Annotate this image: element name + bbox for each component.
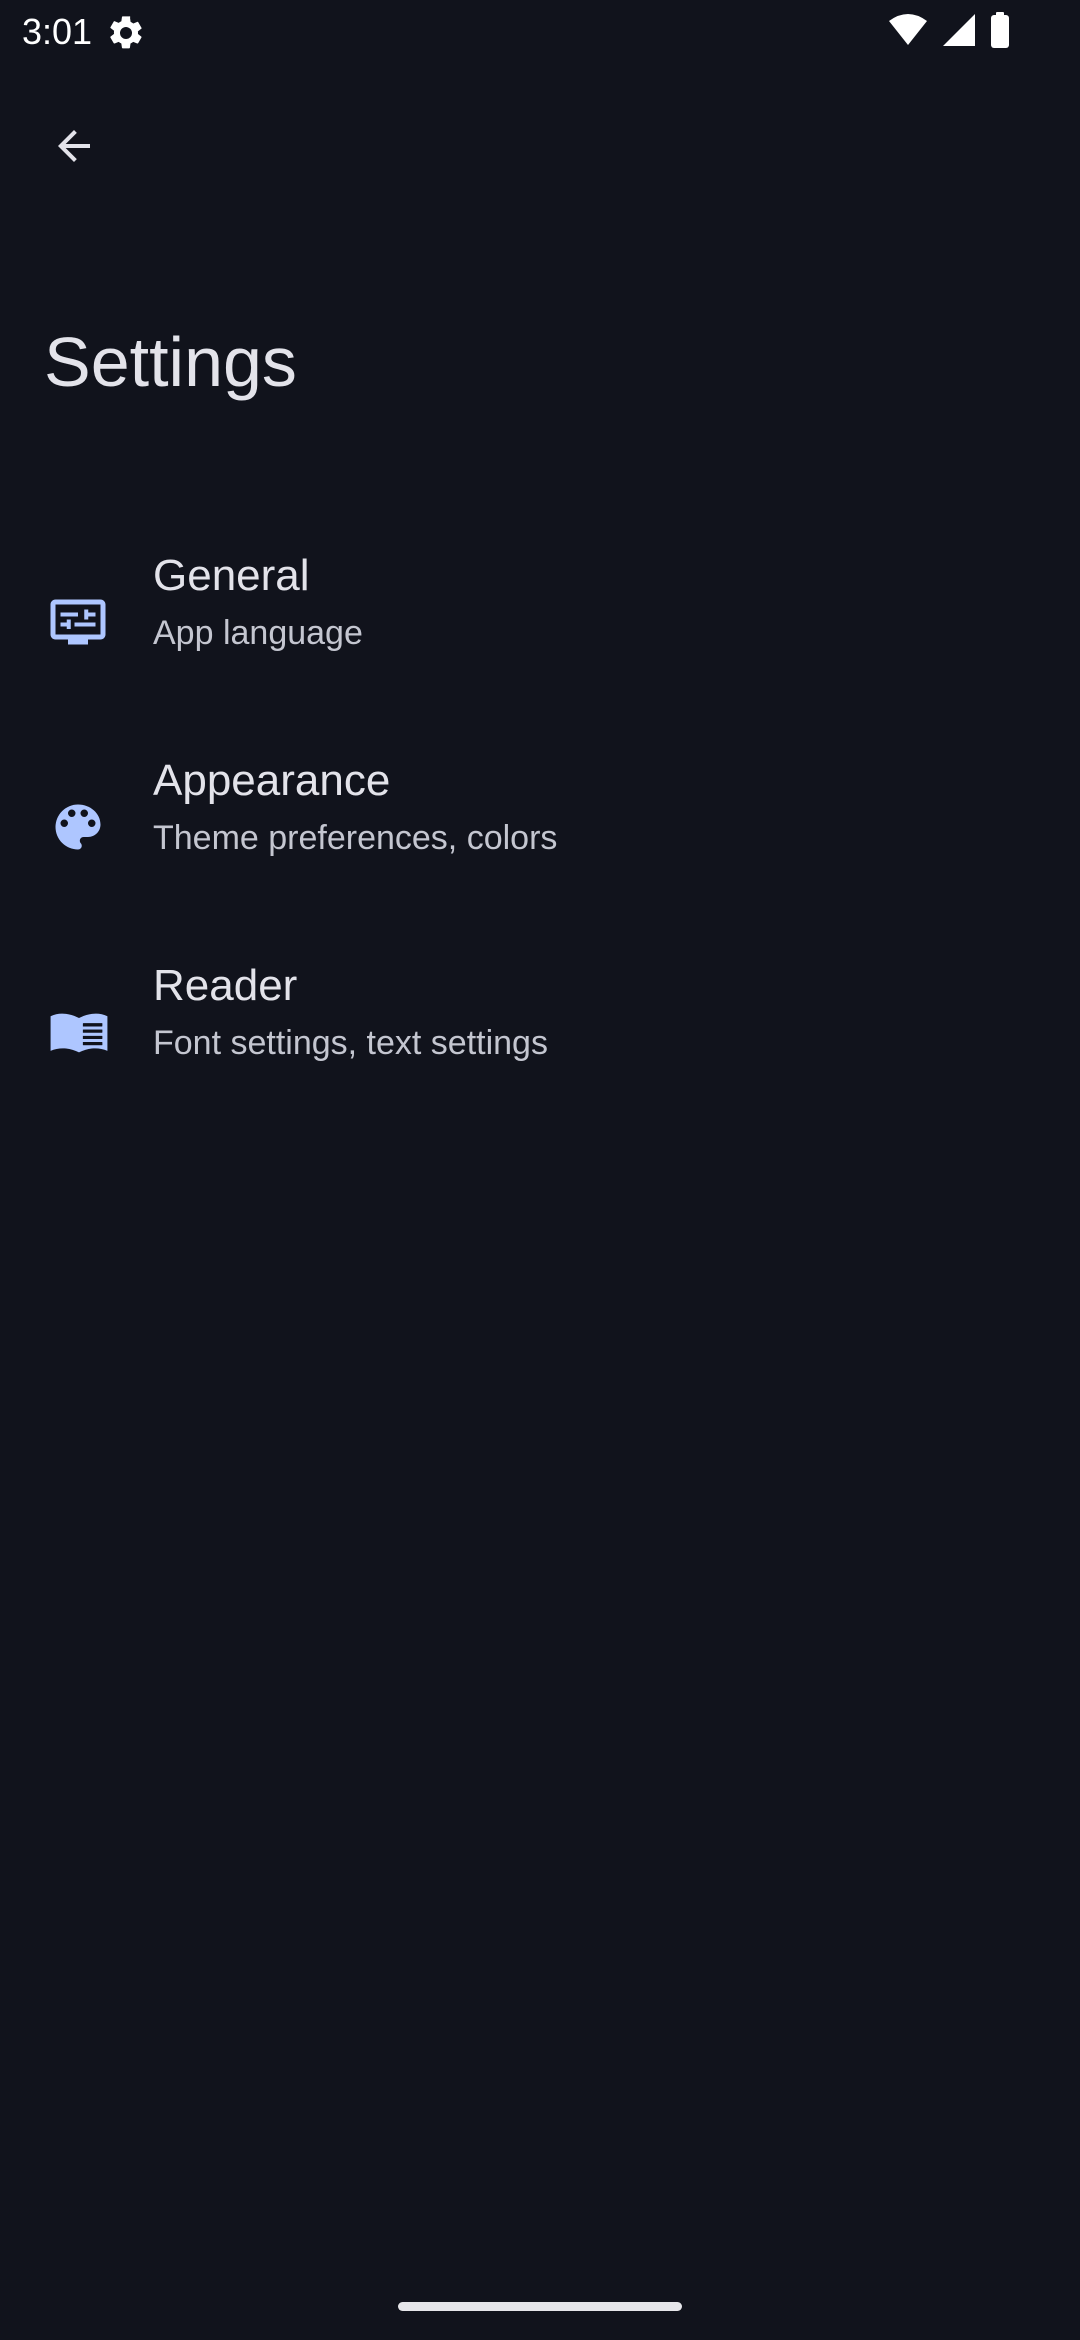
settings-gear-icon	[106, 13, 146, 53]
status-bar: 3:01	[0, 0, 1080, 64]
settings-screen: 3:01 Settings General App language Appea…	[0, 0, 1080, 2340]
settings-item-title: General	[153, 551, 310, 600]
settings-item-title: Appearance	[153, 756, 391, 805]
arrow-back-icon	[50, 122, 98, 175]
status-time: 3:01	[22, 11, 93, 52]
settings-item-appearance[interactable]: Appearance Theme preferences, colors	[0, 725, 1080, 930]
gesture-navigation-bar[interactable]	[398, 2302, 682, 2311]
book-icon	[48, 1002, 108, 1062]
settings-item-general[interactable]: General App language	[0, 520, 1080, 725]
settings-list: General App language Appearance Theme pr…	[0, 520, 1080, 1135]
settings-item-title: Reader	[153, 961, 298, 1010]
wifi-icon	[888, 13, 928, 52]
settings-item-subtitle: Font settings, text settings	[153, 1024, 548, 1062]
battery-icon	[990, 11, 1010, 53]
settings-item-subtitle: App language	[153, 614, 363, 652]
settings-item-reader[interactable]: Reader Font settings, text settings	[0, 930, 1080, 1135]
page-title: Settings	[44, 323, 297, 401]
status-icons	[888, 11, 1010, 53]
tune-display-icon	[48, 592, 108, 652]
cellular-signal-icon	[942, 13, 976, 52]
palette-icon	[48, 797, 108, 857]
settings-item-subtitle: Theme preferences, colors	[153, 819, 558, 857]
back-button[interactable]	[34, 108, 114, 188]
